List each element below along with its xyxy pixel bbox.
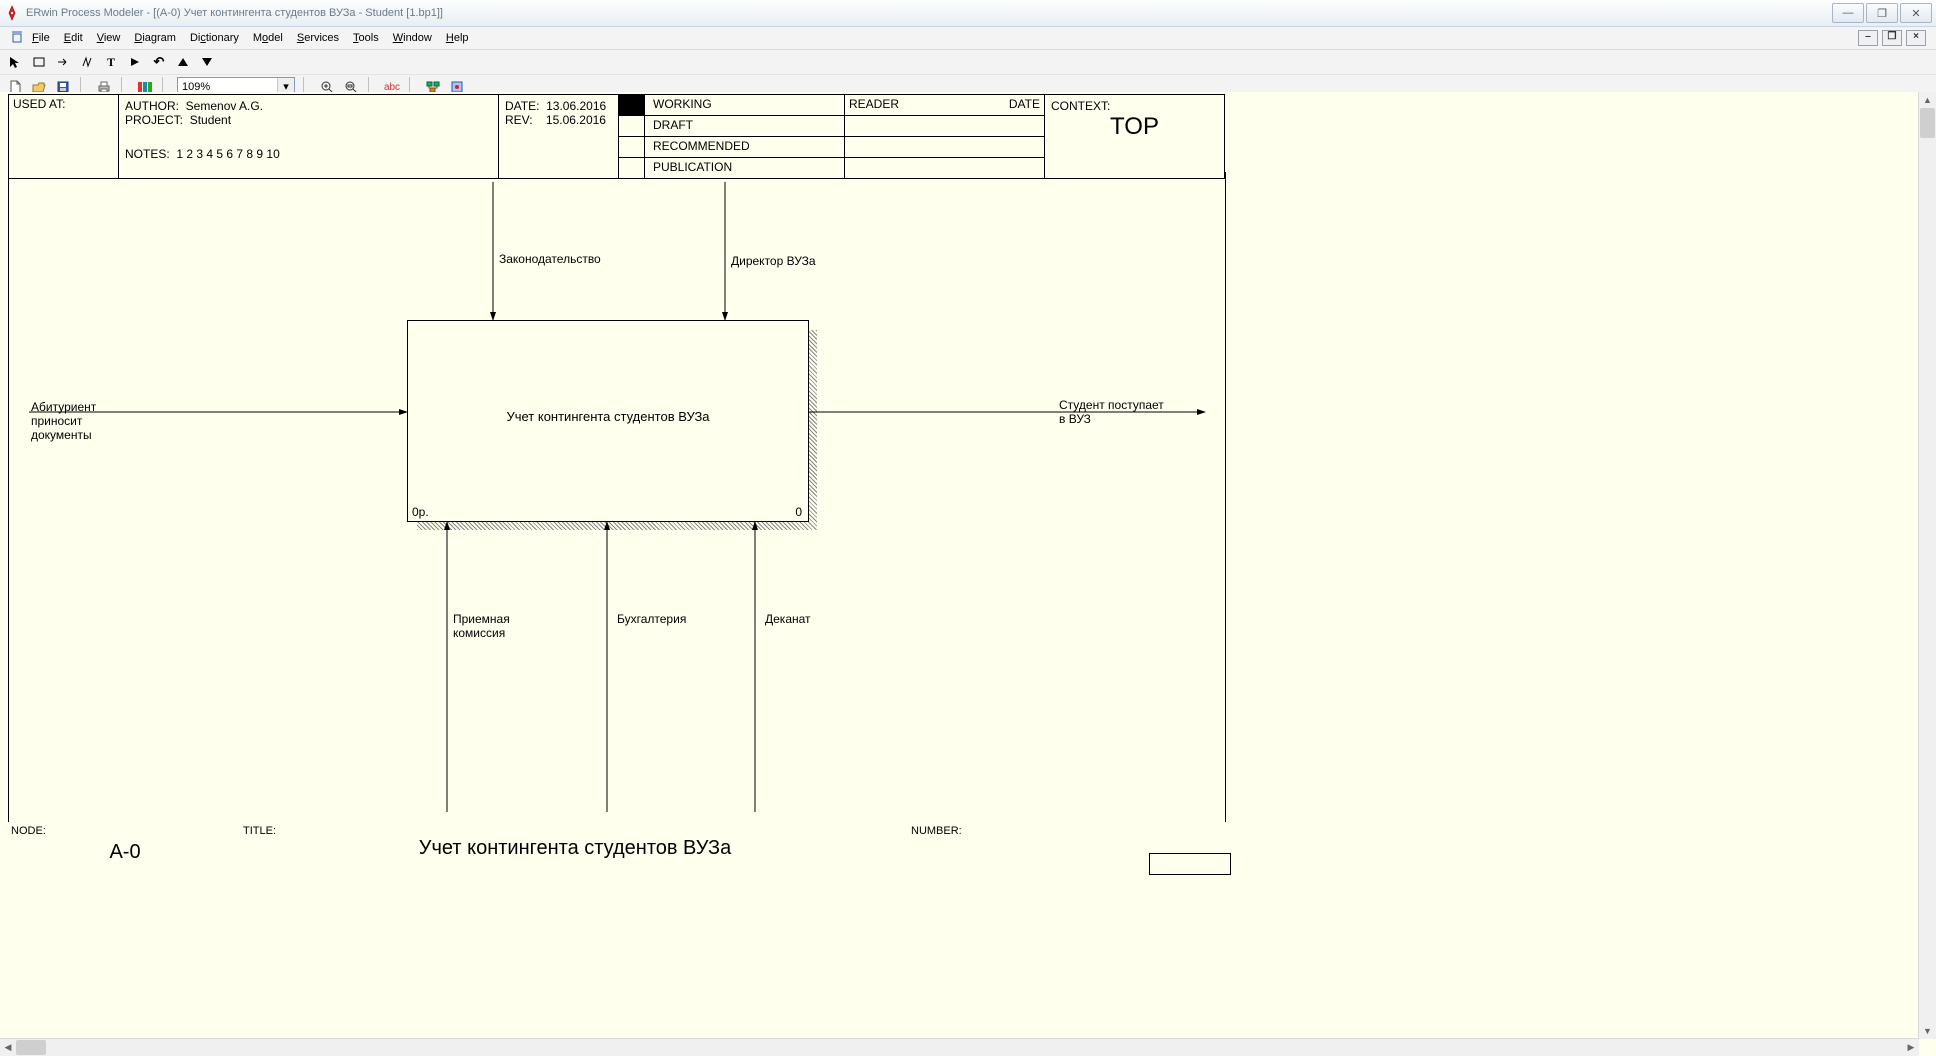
menu-model[interactable]: Model [253,32,283,44]
restore-icon[interactable] [8,29,26,47]
reader-label: READER [849,97,899,111]
app-icon [4,5,20,21]
diagram-workspace[interactable]: USED AT: AUTHOR: Semenov A.G. PROJECT: S… [0,92,1936,1056]
control-label-2[interactable]: Директор ВУЗа [731,254,816,268]
number-label: NUMBER: [911,825,1229,837]
window-titlebar: ERwin Process Modeler - [(A-0) Учет конт… [0,0,1936,27]
mdi-restore-button[interactable]: ❐ [1882,30,1902,46]
context-value: TOP [1051,113,1218,141]
status-working: WORKING [645,95,845,116]
rev-value: 15.06.2016 [546,113,606,127]
idef0-header: USED AT: AUTHOR: Semenov A.G. PROJECT: S… [8,94,1224,179]
scroll-down-icon[interactable]: ▼ [1919,1023,1936,1039]
window-title: ERwin Process Modeler - [(A-0) Учет конт… [26,7,443,19]
scroll-thumb-v[interactable] [1920,108,1935,138]
vertical-scrollbar[interactable]: ▲ ▼ [1918,92,1936,1039]
minimize-button[interactable]: — [1832,3,1864,23]
input-label-1[interactable]: Абитуриент приносит документы [31,400,96,442]
control-label-1[interactable]: Законодательство [499,252,601,266]
play-tool-icon[interactable] [126,53,144,71]
maximize-button[interactable]: ❐ [1866,3,1898,23]
scroll-thumb-h[interactable] [16,1040,46,1055]
mechanism-label-3[interactable]: Деканат [765,612,811,626]
horizontal-scrollbar[interactable]: ◀ ▶ [0,1038,1919,1056]
context-label: CONTEXT: [1051,99,1218,113]
used-at-label: USED AT: [13,97,65,111]
scroll-left-icon[interactable]: ◀ [0,1039,16,1056]
output-label-1[interactable]: Студент поступает в ВУЗ [1059,398,1164,426]
title-label: TITLE: [243,825,907,837]
node-label: NODE: [11,825,239,837]
node-value: A-0 [11,841,239,864]
mechanism-label-1[interactable]: Приемная комиссия [453,612,510,640]
notes-label: NOTES: [125,147,170,161]
menu-file[interactable]: FFileile [32,32,50,44]
working-marker [619,95,645,116]
squiggle-tool-icon[interactable] [78,53,96,71]
go-up-tool-icon[interactable] [174,53,192,71]
activity-cost: 0р. [412,505,429,519]
activity-box-tool-icon[interactable] [30,53,48,71]
menu-tools[interactable]: Tools [353,32,379,44]
go-down-tool-icon[interactable] [198,53,216,71]
project-label: PROJECT: [125,113,183,127]
menu-view[interactable]: View [97,32,121,44]
mdi-close-button[interactable]: × [1906,30,1926,46]
project-value: Student [190,113,231,127]
activity-box[interactable]: Учет контингента студентов ВУЗа 0р. 0 [407,320,809,522]
menu-diagram[interactable]: Diagram [134,32,176,44]
rev-label: REV: [505,113,533,127]
author-value: Semenov A.G. [186,99,263,113]
idef0-footer: NODE: A-0 TITLE: Учет контингента студен… [8,822,1224,876]
status-recommended: RECOMMENDED [645,137,845,158]
date-label: DATE: [505,99,539,113]
mdi-minimize-button[interactable]: – [1858,30,1878,46]
diagram-canvas[interactable]: Учет контингента студентов ВУЗа 0р. 0 [8,172,1226,822]
menu-help[interactable]: Help [446,32,469,44]
scroll-up-icon[interactable]: ▲ [1919,92,1936,108]
menu-edit[interactable]: Edit [64,32,83,44]
notes-value: 1 2 3 4 5 6 7 8 9 10 [176,147,279,161]
close-button[interactable]: ✕ [1900,3,1932,23]
text-tool-icon[interactable]: T [102,53,120,71]
mechanism-label-2[interactable]: Бухгалтерия [617,612,686,626]
menu-services[interactable]: Services [297,32,339,44]
reader-date-label: DATE [1009,97,1040,111]
number-minibox [1149,853,1231,875]
activity-title: Учет контингента студентов ВУЗа [408,409,808,424]
menu-window[interactable]: Window [393,32,432,44]
arrow-tool-icon[interactable] [54,53,72,71]
toolbar-drawing: T ↶ [0,50,1936,75]
pointer-tool-icon[interactable] [6,53,24,71]
title-value: Учет контингента студентов ВУЗа [243,837,907,860]
undo-tool-icon[interactable]: ↶ [150,53,168,71]
menu-bar: FFileile Edit View Diagram Dictionary Mo… [0,27,1936,50]
scroll-right-icon[interactable]: ▶ [1903,1039,1919,1056]
status-draft: DRAFT [645,116,845,137]
author-label: AUTHOR: [125,99,179,113]
date-value: 13.06.2016 [546,99,606,113]
activity-number: 0 [795,505,802,519]
menu-dictionary[interactable]: Dictionary [190,32,239,44]
